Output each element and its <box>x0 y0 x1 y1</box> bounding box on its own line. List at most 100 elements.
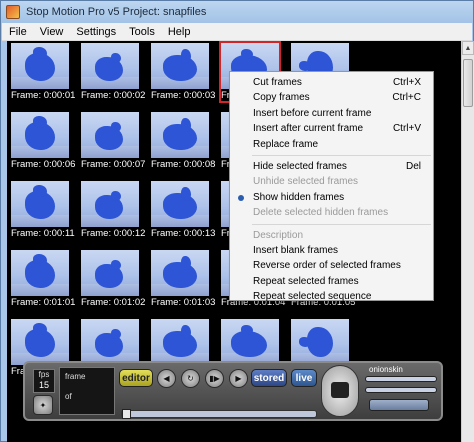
play-pause-icon[interactable]: ▮▶ <box>205 369 224 388</box>
replace-frame-label: Replace frame <box>253 138 319 150</box>
timeline-slider[interactable] <box>121 409 317 419</box>
frame-image <box>11 43 69 89</box>
onionskin-label: onionskin <box>369 365 403 374</box>
frame-thumbnail[interactable]: Frame: 0:00:13 <box>149 179 216 241</box>
description-label: Description <box>253 229 304 241</box>
delete-hidden-label: Delete selected hidden frames <box>253 207 389 219</box>
copy-frames-label: Copy frames <box>253 92 310 104</box>
frame-caption: Frame: 0:00:06 <box>11 159 76 170</box>
onionskin-slider-1[interactable] <box>365 376 437 382</box>
menu-replace-frame[interactable]: Replace frame <box>230 137 433 152</box>
menu-repeat-sequence[interactable]: Repeat selected sequence <box>230 289 433 304</box>
onionskin-slider-2[interactable] <box>365 387 437 393</box>
clay-figure-shape <box>163 331 197 357</box>
stored-button[interactable]: stored <box>251 369 287 387</box>
clay-figure-shape <box>241 325 253 335</box>
live-button[interactable]: live <box>291 369 317 387</box>
hide-shortcut: Del <box>405 160 421 172</box>
loop-icon[interactable]: ↻ <box>181 369 200 388</box>
playback-control-panel: fps 15 frame of ✦ editor ◀ ↻ ▮▶ ▶ stored… <box>23 361 443 421</box>
clay-figure-shape <box>111 260 121 270</box>
insert-before-label: Insert before current frame <box>253 107 372 119</box>
frame-thumbnail[interactable]: Frame: 0:00:01 <box>9 41 75 103</box>
clay-figure-shape <box>33 323 47 335</box>
scroll-thumb[interactable] <box>463 59 473 107</box>
frame-caption: Frame: 0:00:11 <box>11 228 75 239</box>
editor-button[interactable]: editor <box>119 369 153 387</box>
frame-thumbnail[interactable]: Frame: 0:00:06 <box>9 110 76 172</box>
menu-repeat-frames[interactable]: Repeat selected frames <box>230 274 433 289</box>
frame-caption: Frame: 0:01:03 <box>151 297 216 308</box>
frame-caption: Frame: 0:00:12 <box>81 228 146 239</box>
menu-hide-frames[interactable]: Hide selected frames Del <box>230 159 433 174</box>
frame-caption: Frame: 0:01:01 <box>11 297 76 308</box>
frame-thumbnail[interactable]: Frame: 0:01:02 <box>79 248 146 310</box>
frame-caption: Frame: 0:00:13 <box>151 228 216 239</box>
menu-help[interactable]: Help <box>161 23 197 41</box>
unhide-frames-label: Unhide selected frames <box>253 176 359 188</box>
frame-image <box>151 43 209 89</box>
clay-figure-shape <box>231 331 267 357</box>
clay-figure-shape <box>163 193 197 219</box>
slider-knob[interactable] <box>122 409 131 419</box>
menu-unhide-frames[interactable]: Unhide selected frames <box>230 174 433 189</box>
menu-insert-after[interactable]: Insert after current frame Ctrl+V <box>230 121 433 136</box>
of-label: of <box>65 392 72 401</box>
clay-figure-shape <box>181 325 191 339</box>
radio-check-icon <box>238 194 244 201</box>
clay-figure-shape <box>111 122 121 132</box>
frame-label: frame <box>65 372 86 381</box>
clay-figure-shape <box>181 118 191 132</box>
frame-thumbnail[interactable]: Frame: 0:01:03 <box>149 248 216 310</box>
frame-thumbnail[interactable]: Frame: 0:00:08 <box>149 110 216 172</box>
menu-file[interactable]: File <box>2 23 33 41</box>
menu-show-hidden[interactable]: Show hidden frames <box>230 190 433 205</box>
frame-counter-display: frame of <box>59 367 115 415</box>
frame-image <box>151 112 209 158</box>
vertical-scrollbar[interactable]: ▲ <box>461 41 474 442</box>
menu-insert-blank[interactable]: Insert blank frames <box>230 243 433 258</box>
fps-label: fps <box>38 370 50 379</box>
frame-image <box>151 181 209 227</box>
insert-blank-label: Insert blank frames <box>253 244 339 256</box>
onionskin-toggle[interactable] <box>369 399 429 411</box>
menu-copy-frames[interactable]: Copy frames Ctrl+C <box>230 90 433 105</box>
clay-figure-shape <box>111 329 121 339</box>
cut-frames-label: Cut frames <box>253 77 302 88</box>
menu-settings[interactable]: Settings <box>69 23 122 41</box>
frame-thumbnail[interactable]: Frame: 0:00:02 <box>79 41 145 103</box>
magic-wand-icon[interactable]: ✦ <box>33 395 53 415</box>
menu-cut-frames[interactable]: Cut frames Ctrl+X <box>230 75 433 90</box>
frame-caption: Frame: 0:00:07 <box>81 159 146 170</box>
rewind-icon[interactable]: ◀ <box>157 369 176 388</box>
menu-insert-before[interactable]: Insert before current frame <box>230 106 433 121</box>
camera-icon <box>331 382 349 398</box>
frame-caption: Frame: 0:00:03 <box>151 90 216 101</box>
frame-thumbnail[interactable]: Frame: 0:00:11 <box>9 179 75 241</box>
frame-thumbnail[interactable]: Frame: 0:00:12 <box>79 179 146 241</box>
app-logo-icon <box>6 5 20 19</box>
clay-figure-shape <box>163 55 197 81</box>
frame-caption: Frame: 0:01:02 <box>81 297 146 308</box>
clay-figure-shape <box>33 254 47 266</box>
menu-delete-hidden[interactable]: Delete selected hidden frames <box>230 205 433 220</box>
camera-dial-icon[interactable] <box>321 365 359 417</box>
scroll-up-arrow-icon[interactable]: ▲ <box>462 41 474 55</box>
frame-thumbnail[interactable]: Frame: 0:01:01 <box>9 248 76 310</box>
frame-image <box>11 319 69 365</box>
clay-figure-shape <box>181 49 191 63</box>
frame-image <box>81 250 139 296</box>
menu-view[interactable]: View <box>33 23 70 41</box>
title-bar: Stop Motion Pro v5 Project: snapfiles <box>1 1 473 23</box>
repeat-sequence-label: Repeat selected sequence <box>253 291 372 303</box>
frame-caption: Frame: 0:00:08 <box>151 159 216 170</box>
frame-thumbnail[interactable]: Frame: 0:00:07 <box>79 110 146 172</box>
menu-tools[interactable]: Tools <box>122 23 161 41</box>
frame-thumbnail[interactable]: Frame: 0:00:03 <box>149 41 216 103</box>
play-icon[interactable]: ▶ <box>229 369 248 388</box>
menu-reverse-order[interactable]: Reverse order of selected frames <box>230 258 433 273</box>
fps-display: fps 15 <box>33 369 55 393</box>
clay-figure-shape <box>33 47 47 59</box>
menu-description[interactable]: Description <box>230 228 433 243</box>
clay-figure-shape <box>33 185 47 197</box>
